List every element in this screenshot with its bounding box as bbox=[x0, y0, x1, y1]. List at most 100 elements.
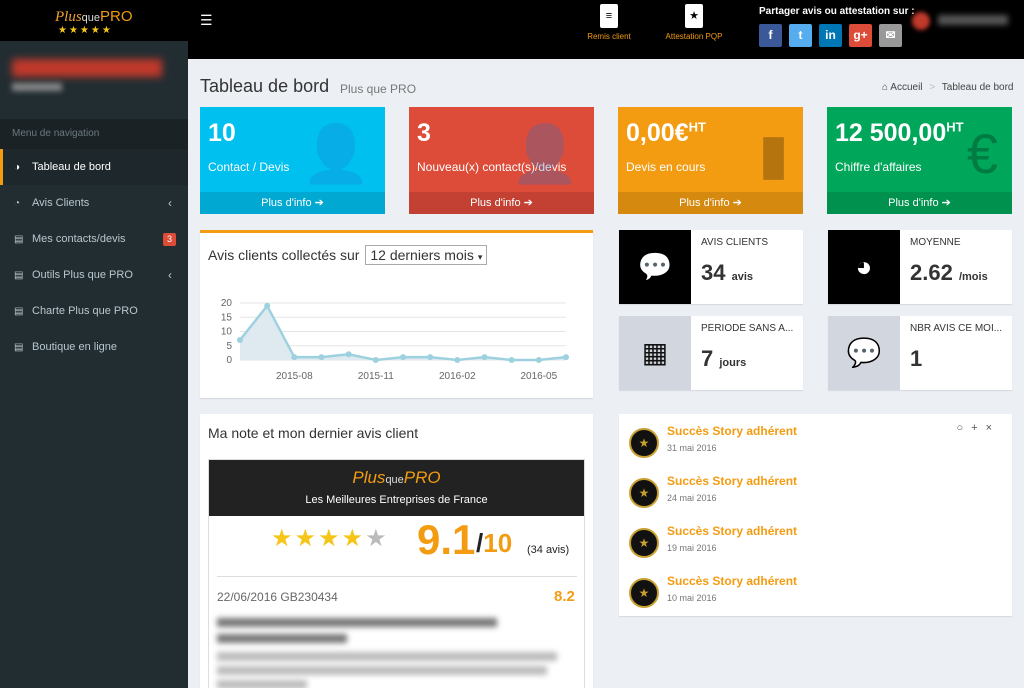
chart-point[interactable] bbox=[372, 357, 379, 363]
success-stories-panel: ○+× ★ Succès Story adhérent 31 mai 2016 ★ Su… bbox=[619, 414, 1012, 616]
brand-logo[interactable]: PlusquePRO ★★★★★ bbox=[0, 0, 188, 41]
rating-count: (34 avis) bbox=[527, 544, 570, 556]
rating-card: PlusquePRO Les Meilleures Entreprises de… bbox=[208, 459, 585, 688]
tachometer-icon: ◕ bbox=[828, 230, 900, 304]
story-date: 24 mai 2016 bbox=[667, 493, 717, 503]
chart-point[interactable] bbox=[237, 337, 243, 344]
story-title-link[interactable]: Succès Story adhérent bbox=[667, 524, 797, 538]
dashboard-icon: ◑ bbox=[14, 162, 21, 173]
rating-panel: Ma note et mon dernier avis client Plusq… bbox=[200, 414, 593, 688]
google-plus-icon[interactable]: g+ bbox=[849, 24, 872, 47]
rating-stars: ★★★★★ bbox=[271, 525, 389, 552]
more-info-link[interactable]: Plus d'info ➔ bbox=[409, 192, 594, 214]
chart-point[interactable] bbox=[427, 354, 434, 361]
calendar-icon: ▦ bbox=[619, 316, 691, 390]
file-icon: ▮ bbox=[758, 122, 789, 185]
close-icon[interactable]: × bbox=[986, 422, 1000, 434]
y-tick-label: 15 bbox=[221, 312, 233, 323]
email-icon[interactable]: ✉ bbox=[879, 24, 902, 47]
chart-point[interactable] bbox=[291, 354, 298, 361]
sidebar-item-tableau-de-bord[interactable]: ◑ Tableau de bord bbox=[0, 149, 188, 185]
review-date: 22/06/2016 GB230434 bbox=[217, 590, 338, 604]
x-tick-label: 2016-05 bbox=[520, 371, 557, 382]
linkedin-icon[interactable]: in bbox=[819, 24, 842, 47]
stat-label: Chiffre d'affaires bbox=[835, 160, 922, 174]
info-box-value: 2.62 /mois bbox=[910, 260, 988, 285]
stat-box: 10 Contact / Devis 👤 Plus d'info ➔ bbox=[200, 107, 385, 214]
info-box: 💬 NBR AVIS CE MOI... 1 bbox=[828, 316, 1012, 390]
info-box-title: PÉRIODE SANS A... bbox=[701, 323, 794, 334]
medal-icon: ★ bbox=[629, 478, 659, 508]
chart-point[interactable] bbox=[345, 351, 352, 358]
chart-point[interactable] bbox=[508, 357, 515, 363]
logo-stars: ★★★★★ bbox=[58, 25, 113, 36]
y-tick-label: 0 bbox=[226, 355, 232, 366]
sidebar-item-charte-plus-que-pro[interactable]: ▤ Charte Plus que PRO bbox=[0, 293, 188, 329]
story-date: 19 mai 2016 bbox=[667, 543, 717, 553]
chevron-left-icon: ‹ bbox=[168, 268, 172, 282]
sidebar-item-label: Charte Plus que PRO bbox=[32, 305, 138, 317]
twitter-icon[interactable]: t bbox=[789, 24, 812, 47]
collapse-icon[interactable]: ○ bbox=[956, 422, 971, 434]
user-panel-name-blurred bbox=[12, 59, 162, 77]
chart-point[interactable] bbox=[454, 357, 461, 363]
rating-scale: /10 bbox=[476, 528, 513, 558]
user-avatar[interactable] bbox=[912, 12, 930, 30]
chart-point[interactable] bbox=[318, 354, 325, 361]
facebook-icon[interactable]: f bbox=[759, 24, 782, 47]
page-title: Tableau de bord bbox=[200, 76, 330, 96]
medal-icon: ★ bbox=[629, 428, 659, 458]
sidebar-item-boutique-en-ligne[interactable]: ▤ Boutique en ligne bbox=[0, 329, 188, 365]
review-text-blurred bbox=[217, 680, 307, 688]
sidebar-item-outils-plus-que-pro[interactable]: ▤ Outils Plus que PRO ‹ bbox=[0, 257, 188, 293]
x-tick-label: 2015-08 bbox=[276, 371, 313, 382]
medal-icon: ★ bbox=[629, 528, 659, 558]
breadcrumb-separator: > bbox=[929, 82, 936, 93]
menu-toggle-icon[interactable]: ☰ bbox=[200, 12, 213, 29]
story-title-link[interactable]: Succès Story adhérent bbox=[667, 424, 797, 438]
sidebar-item-label: Boutique en ligne bbox=[32, 341, 118, 353]
logo-text: PlusquePRO bbox=[55, 8, 133, 25]
half-star-icon: ★ bbox=[365, 525, 389, 552]
info-box-title: AVIS CLIENTS bbox=[701, 237, 769, 248]
more-info-link[interactable]: Plus d'info ➔ bbox=[618, 192, 803, 214]
chart-point[interactable] bbox=[563, 354, 569, 361]
rating-panel-title: Ma note et mon dernier avis client bbox=[208, 425, 419, 441]
y-tick-label: 5 bbox=[226, 341, 232, 352]
breadcrumb-home[interactable]: Accueil bbox=[890, 82, 922, 93]
file-icon: ▤ bbox=[14, 342, 24, 353]
more-info-link[interactable]: Plus d'info ➔ bbox=[200, 192, 385, 214]
sidebar-item-label: Avis Clients bbox=[32, 197, 90, 209]
sidebar-item-mes-contacts-devis[interactable]: ▤ Mes contacts/devis 3 bbox=[0, 221, 188, 257]
story-date: 10 mai 2016 bbox=[667, 593, 717, 603]
chart-point[interactable] bbox=[400, 354, 406, 361]
sidebar-item-avis-clients[interactable]: ◔ Avis Clients ‹ bbox=[0, 185, 188, 221]
plus-icon[interactable]: + bbox=[971, 422, 985, 434]
info-box: ◕ MOYENNE 2.62 /mois bbox=[828, 230, 1012, 304]
stat-value: 0,00€HT bbox=[626, 119, 706, 147]
info-box-value: 34 avis bbox=[701, 260, 754, 285]
user-name-blurred[interactable] bbox=[938, 15, 1008, 25]
remis-client-button[interactable]: ≡ Remis client bbox=[574, 4, 644, 41]
more-info-link[interactable]: Plus d'info ➔ bbox=[827, 192, 1012, 214]
stat-box: 12 500,00HT Chiffre d'affaires € Plus d'inf… bbox=[827, 107, 1012, 214]
info-box-value: 7 jours bbox=[701, 346, 747, 371]
euro-icon: € bbox=[966, 122, 998, 185]
story-title-link[interactable]: Succès Story adhérent bbox=[667, 474, 797, 488]
reviews-line-chart: 20 15 10 5 0 2015-08 2015-11 2016-02 2016-05 bbox=[221, 298, 569, 382]
review-title-blurred bbox=[217, 618, 497, 627]
y-tick-label: 10 bbox=[221, 327, 233, 338]
stat-box: 0,00€HT Devis en cours ▮ Plus d'info ➔ bbox=[618, 107, 803, 214]
chart-point[interactable] bbox=[535, 357, 542, 363]
sidebar-item-label: Mes contacts/devis bbox=[32, 233, 126, 245]
user-panel-status-blurred bbox=[12, 83, 62, 91]
attestation-button[interactable]: ★ Attestation PQP bbox=[659, 4, 729, 41]
page-subtitle: Plus que PRO bbox=[340, 82, 417, 96]
comments-icon: 💬 bbox=[619, 230, 691, 304]
chart-point[interactable] bbox=[264, 302, 271, 309]
story-title-link[interactable]: Succès Story adhérent bbox=[667, 574, 797, 588]
review-score: 8.2 bbox=[554, 588, 575, 605]
x-tick-label: 2016-02 bbox=[439, 371, 476, 382]
sidebar-item-label: Tableau de bord bbox=[32, 161, 111, 173]
chart-point[interactable] bbox=[481, 354, 488, 361]
